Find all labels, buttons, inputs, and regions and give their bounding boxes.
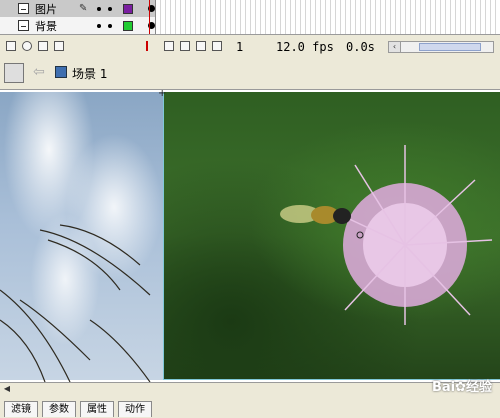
layer-name: 图片 xyxy=(35,2,57,16)
timeline-scrollbar[interactable]: ‹ xyxy=(388,41,494,53)
layer-icon xyxy=(18,20,29,31)
edit-bar: ⇦ 场景 1 xyxy=(0,59,500,90)
timeline-toggle-icon[interactable] xyxy=(4,63,24,83)
edit-multiple-frames-icon[interactable] xyxy=(196,41,206,51)
timeline-panel: 图片 ✎ 背景 xyxy=(0,0,500,34)
current-frame: 1 xyxy=(236,40,244,54)
watermark-logo: Bai✿经验 xyxy=(431,380,492,395)
stage-canvas[interactable]: + xyxy=(0,90,500,382)
registration-crosshair-icon: + xyxy=(158,90,166,99)
onion-skin-outlines-icon[interactable] xyxy=(180,41,190,51)
layer-outline-swatch[interactable] xyxy=(123,3,133,14)
pencil-icon: ✎ xyxy=(79,3,88,14)
modify-onion-markers-icon[interactable] xyxy=(212,41,222,51)
lock-dot[interactable] xyxy=(108,23,112,28)
tab-actions[interactable]: 动作 xyxy=(118,401,152,417)
timeline-controls: 1 12.0 fps 0.0s ‹ xyxy=(0,34,500,60)
playhead-line[interactable] xyxy=(149,0,150,34)
layer-name: 背景 xyxy=(35,19,57,33)
tab-parameters[interactable]: 参数 xyxy=(42,401,76,417)
insert-layer-icon[interactable] xyxy=(6,41,16,51)
visibility-dot[interactable] xyxy=(97,23,101,28)
visibility-dot[interactable] xyxy=(97,6,101,11)
layer-outline-swatch[interactable] xyxy=(123,20,133,31)
tab-properties[interactable]: 属性 xyxy=(80,401,114,417)
bee xyxy=(280,205,351,224)
layer-row-picture[interactable]: 图片 ✎ xyxy=(0,0,155,17)
scroll-thumb[interactable] xyxy=(419,43,481,51)
scene-label[interactable]: 场景 1 xyxy=(72,65,107,82)
tab-filters[interactable]: 滤镜 xyxy=(4,401,38,417)
center-frame-icon[interactable] xyxy=(146,41,148,51)
frame-grid[interactable] xyxy=(148,0,500,34)
frame-rate[interactable]: 12.0 fps xyxy=(276,40,334,54)
add-motion-guide-icon[interactable] xyxy=(22,41,32,51)
stage-artwork: + xyxy=(0,90,493,382)
back-arrow-icon[interactable]: ⇦ xyxy=(33,64,45,80)
scroll-left-icon[interactable]: ‹ xyxy=(389,42,401,52)
stage-scrollbar[interactable]: ◀ xyxy=(0,382,500,396)
onion-skin-icon[interactable] xyxy=(164,41,174,51)
scroll-left-icon[interactable]: ◀ xyxy=(2,384,12,394)
elapsed-time: 0.0s xyxy=(346,40,375,54)
lock-dot[interactable] xyxy=(108,6,112,11)
thistle-flower xyxy=(329,145,493,325)
panel-tabs: 滤镜 参数 属性 动作 xyxy=(0,396,500,417)
insert-folder-icon[interactable] xyxy=(38,41,48,51)
scene-icon xyxy=(55,66,67,78)
layer-row-background[interactable]: 背景 xyxy=(0,17,155,34)
reed-grass xyxy=(0,224,151,382)
layer-icon xyxy=(18,3,29,14)
trash-icon[interactable] xyxy=(54,41,64,51)
